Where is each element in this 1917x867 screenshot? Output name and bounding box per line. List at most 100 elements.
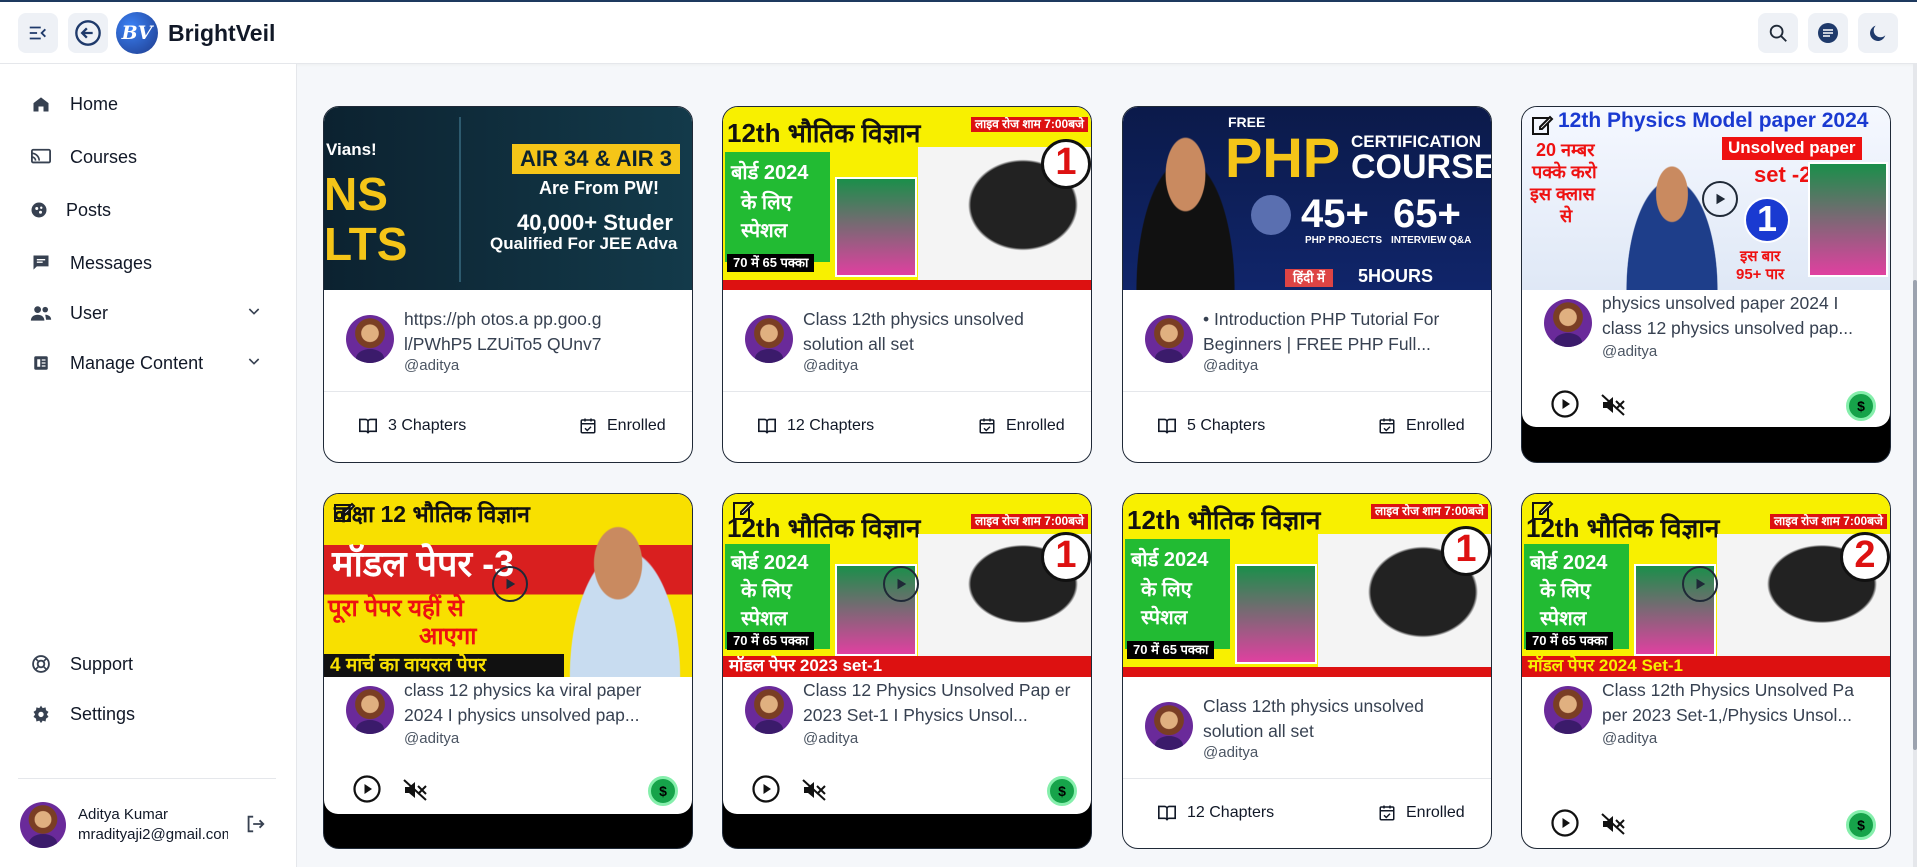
chevron-down-icon[interactable] — [246, 353, 262, 374]
search-button[interactable] — [1758, 13, 1798, 53]
course-card[interactable]: Vians! NS LTS AIR 34 & AIR 3 Are From PW… — [323, 106, 693, 463]
enrolled-status: Enrolled — [1378, 804, 1465, 822]
card-divider — [723, 391, 1091, 392]
brand-name[interactable]: BrightVeil — [168, 20, 275, 47]
posts-icon — [26, 197, 52, 223]
chevron-down-icon[interactable] — [246, 303, 262, 324]
post-thumbnail[interactable]: कक्षा 12 भौतिक विज्ञान मॉडल पेपर -3 पूरा… — [324, 494, 692, 677]
card-title[interactable]: Class 12 Physics Unsolved Pap er 2023 Se… — [803, 678, 1073, 730]
chapters-count: 3 Chapters — [358, 417, 466, 435]
users-icon — [28, 300, 54, 326]
sidebar-item-label: Messages — [70, 252, 153, 273]
card-title[interactable]: Class 12th physics unsolved solution all… — [803, 307, 1073, 359]
user-avatar[interactable] — [20, 802, 66, 848]
sidebar-item-label: User — [70, 302, 109, 323]
chapters-count: 5 Chapters — [1157, 417, 1265, 435]
sidebar-item-messages[interactable]: Messages — [18, 241, 276, 285]
play-icon — [1551, 809, 1579, 837]
card-author[interactable]: @aditya — [803, 730, 858, 747]
dollar-icon[interactable]: $ — [648, 776, 678, 806]
play-overlay-icon[interactable] — [1682, 566, 1718, 602]
sidebar-item-user[interactable]: User — [18, 291, 276, 335]
play-button[interactable] — [352, 774, 382, 809]
author-avatar[interactable] — [745, 315, 793, 363]
mute-button[interactable] — [1600, 812, 1626, 841]
author-avatar[interactable] — [346, 686, 394, 734]
course-card[interactable]: 12th भौतिक विज्ञान लाइव रोज शाम 7:00बजे … — [722, 106, 1092, 463]
author-avatar[interactable] — [1544, 299, 1592, 347]
card-author[interactable]: @aditya — [1203, 357, 1258, 374]
sidebar-item-posts[interactable]: Posts — [18, 188, 276, 232]
card-author[interactable]: @aditya — [1602, 343, 1657, 360]
mute-button[interactable] — [801, 778, 827, 807]
sidebar-item-label: Manage Content — [70, 352, 204, 373]
post-thumbnail[interactable]: 12th Physics Model paper 2024 Unsolved p… — [1522, 107, 1890, 290]
scrollbar-thumb[interactable] — [1913, 280, 1917, 750]
post-thumbnail[interactable]: 12th भौतिक विज्ञान लाइव रोज शाम 7:00बजे … — [723, 494, 1091, 677]
course-thumbnail[interactable]: 12th भौतिक विज्ञान लाइव रोज शाम 7:00बजे … — [1123, 494, 1491, 677]
card-author[interactable]: @aditya — [803, 357, 858, 374]
card-title[interactable]: https://ph otos.a pp.goo.g l/PWhP5 LZUiT… — [404, 307, 674, 359]
dollar-icon[interactable]: $ — [1846, 810, 1876, 840]
volume-mute-icon — [802, 779, 826, 801]
course-thumbnail[interactable]: 12th भौतिक विज्ञान लाइव रोज शाम 7:00बजे … — [723, 107, 1091, 290]
card-title[interactable]: physics unsolved paper 2024 I class 12 p… — [1602, 291, 1872, 343]
author-avatar[interactable] — [1145, 315, 1193, 363]
post-card[interactable]: 12th Physics Model paper 2024 Unsolved p… — [1521, 106, 1891, 463]
play-button[interactable] — [751, 774, 781, 809]
sidebar-item-courses[interactable]: Courses — [18, 135, 276, 179]
book-icon — [1158, 418, 1176, 434]
sidebar-item-label: Home — [70, 93, 119, 114]
chapters-count: 12 Chapters — [757, 417, 874, 435]
post-thumbnail[interactable]: 12th भौतिक विज्ञान लाइव रोज शाम 7:00बजे … — [1522, 494, 1890, 677]
sidebar-item-support[interactable]: Support — [18, 642, 276, 686]
sidebar-item-settings[interactable]: Settings — [18, 692, 276, 736]
book-icon — [758, 418, 776, 434]
menu-collapse-icon — [29, 26, 46, 40]
course-card[interactable]: 12th भौतिक विज्ञान लाइव रोज शाम 7:00बजे … — [1122, 493, 1492, 849]
card-title[interactable]: Class 12th physics unsolved solution all… — [1203, 694, 1473, 746]
course-thumbnail[interactable]: Vians! NS LTS AIR 34 & AIR 3 Are From PW… — [324, 107, 692, 290]
play-overlay-icon[interactable] — [1702, 181, 1738, 217]
edit-icon[interactable] — [1530, 113, 1554, 137]
course-card[interactable]: FREE PHP CERTIFICATION COURSE 45+ PHP PR… — [1122, 106, 1492, 463]
sidebar-item-label: Settings — [70, 703, 136, 724]
card-author[interactable]: @aditya — [404, 730, 459, 747]
card-author[interactable]: @aditya — [404, 357, 459, 374]
course-thumbnail[interactable]: FREE PHP CERTIFICATION COURSE 45+ PHP PR… — [1123, 107, 1491, 290]
author-avatar[interactable] — [1544, 686, 1592, 734]
play-overlay-icon[interactable] — [492, 566, 528, 602]
post-card[interactable]: कक्षा 12 भौतिक विज्ञान मॉडल पेपर -3 पूरा… — [323, 493, 693, 849]
dollar-icon[interactable]: $ — [1846, 391, 1876, 421]
gear-icon — [28, 701, 54, 727]
dollar-icon[interactable]: $ — [1047, 776, 1077, 806]
play-button[interactable] — [1550, 808, 1580, 843]
theme-toggle-button[interactable] — [1858, 13, 1898, 53]
mute-button[interactable] — [1600, 393, 1626, 422]
calendar-check-icon — [979, 418, 995, 434]
user-name: Aditya Kumar — [78, 806, 169, 823]
card-title[interactable]: • Introduction PHP Tutorial For Beginner… — [1203, 307, 1473, 359]
logout-button[interactable] — [244, 813, 266, 840]
card-author[interactable]: @aditya — [1203, 744, 1258, 761]
card-divider — [1123, 778, 1491, 779]
brand-logo[interactable]: BV — [116, 12, 158, 54]
home-icon — [28, 91, 54, 117]
mute-button[interactable] — [402, 778, 428, 807]
card-title[interactable]: Class 12th Physics Unsolved Pa per 2023 … — [1602, 678, 1872, 730]
back-button[interactable] — [68, 13, 108, 53]
card-author[interactable]: @aditya — [1602, 730, 1657, 747]
author-avatar[interactable] — [1145, 702, 1193, 750]
author-avatar[interactable] — [346, 315, 394, 363]
sidebar-item-home[interactable]: Home — [18, 82, 276, 126]
post-card[interactable]: 12th भौतिक विज्ञान लाइव रोज शाम 7:00बजे … — [1521, 493, 1891, 849]
post-card[interactable]: 12th भौतिक विज्ञान लाइव रोज शाम 7:00बजे … — [722, 493, 1092, 849]
chat-button[interactable] — [1808, 13, 1848, 53]
volume-mute-icon — [1601, 394, 1625, 416]
author-avatar[interactable] — [745, 686, 793, 734]
card-title[interactable]: class 12 physics ka viral paper 2024 I p… — [404, 678, 674, 730]
play-button[interactable] — [1550, 389, 1580, 424]
play-overlay-icon[interactable] — [883, 566, 919, 602]
menu-collapse-button[interactable] — [18, 13, 58, 53]
sidebar-item-manage-content[interactable]: Manage Content — [18, 341, 276, 385]
